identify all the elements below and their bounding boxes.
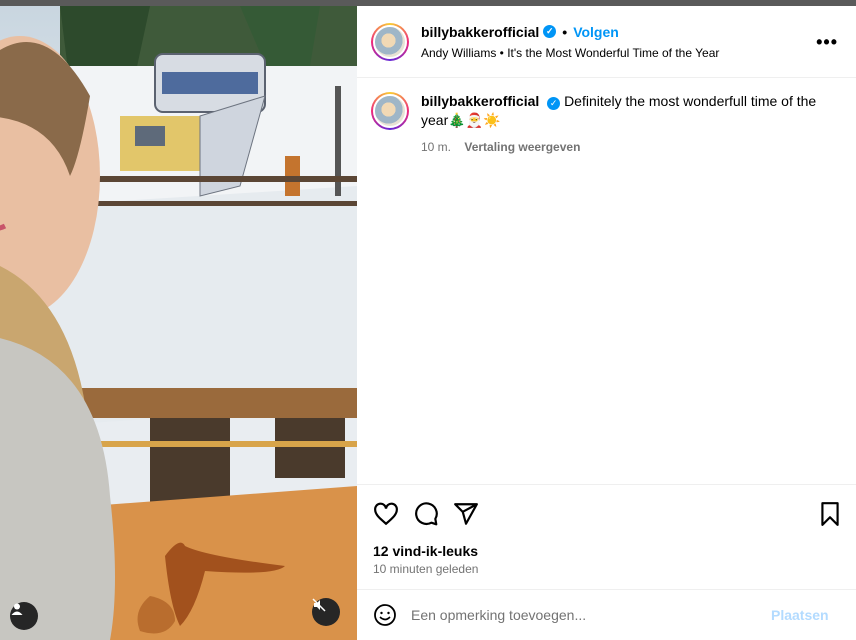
user-tag-button[interactable] [10,602,38,630]
caption: billybakkerofficial ✓ Definitely the mos… [357,78,856,157]
caption-age: 10 m. [421,140,452,154]
more-options-button[interactable]: ••• [816,32,838,53]
comment-icon[interactable] [413,501,439,527]
likes-count[interactable]: 12 vind-ik-leuks [373,543,478,559]
post-media[interactable] [0,6,357,640]
caption-username[interactable]: billybakkerofficial [421,93,539,109]
action-bar [357,484,856,542]
follow-button[interactable]: Volgen [573,24,619,40]
separator-dot: • [562,23,568,40]
audio-track[interactable]: Andy Williams • It's the Most Wonderful … [421,46,719,60]
mute-button[interactable] [312,598,340,626]
avatar[interactable] [371,22,409,61]
post-timestamp: 10 minuten geleden [373,562,479,576]
media-scene [0,6,357,640]
post-panel: billybakkerofficial ✓ • Volgen Andy Will… [357,6,856,640]
comment-input[interactable] [411,607,771,623]
comment-bar: Plaatsen [357,589,856,640]
caption-avatar[interactable] [371,92,409,130]
translate-link[interactable]: Vertaling weergeven [464,140,580,154]
username[interactable]: billybakkerofficial [421,24,539,40]
user-tag-icon [11,603,23,615]
post-header: billybakkerofficial ✓ • Volgen Andy Will… [357,6,856,78]
verified-badge-icon: ✓ [543,25,557,38]
mute-icon [312,598,326,612]
bookmark-icon[interactable] [817,501,843,527]
post-comment-button[interactable]: Plaatsen [771,607,829,623]
share-icon[interactable] [453,501,479,527]
emoji-icon[interactable] [373,603,397,627]
heart-icon[interactable] [373,501,399,527]
verified-badge-icon: ✓ [547,97,561,110]
